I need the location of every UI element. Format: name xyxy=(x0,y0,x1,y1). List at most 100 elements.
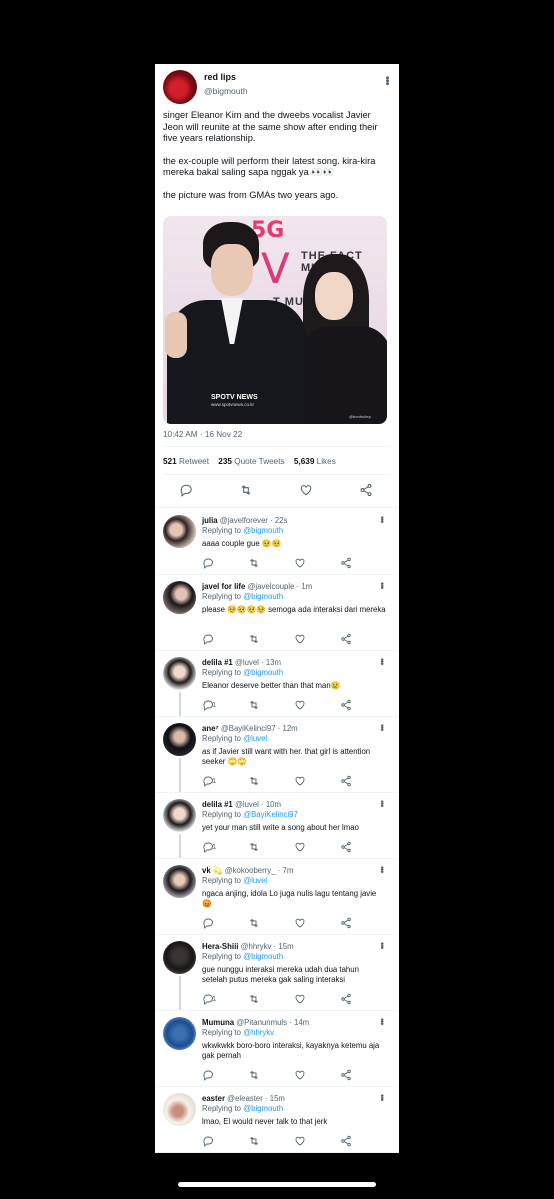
reply-icon[interactable] xyxy=(202,557,214,569)
like-icon[interactable] xyxy=(294,633,306,645)
reply-icon[interactable]: 1 xyxy=(202,775,216,787)
handle[interactable]: @luvel xyxy=(235,800,259,809)
avatar[interactable] xyxy=(163,581,196,614)
display-name[interactable]: javel for life xyxy=(202,582,245,591)
retweet-label[interactable]: Retweet xyxy=(179,457,209,466)
more-icon[interactable]: ••• xyxy=(377,658,387,664)
reply-tweet[interactable]: Hera-Shiii @hhrykv · 15m ••• Replying to… xyxy=(155,935,399,1011)
share-icon[interactable] xyxy=(340,557,352,569)
display-name[interactable]: vk 💫 xyxy=(202,866,223,875)
reply-tweet[interactable]: Mumuna @Pitanunmuls · 14m ••• Replying t… xyxy=(155,1011,399,1087)
replying-to-link[interactable]: @bigmouth xyxy=(243,952,283,961)
handle[interactable]: @eleaster xyxy=(227,1094,263,1103)
handle[interactable]: @Pitanunmuls xyxy=(236,1018,287,1027)
reply-tweet[interactable]: delila #1 @luvel · 10m ••• Replying to @… xyxy=(155,793,399,859)
display-name[interactable]: ane⁷ xyxy=(202,724,219,733)
like-icon[interactable] xyxy=(294,1135,306,1147)
retweet-count[interactable]: 521 xyxy=(163,457,177,466)
retweet-icon[interactable] xyxy=(248,699,260,711)
share-icon[interactable] xyxy=(340,841,352,853)
more-icon[interactable]: ••• xyxy=(377,582,387,588)
reply-icon[interactable] xyxy=(202,1135,214,1147)
reply-tweet[interactable]: vk 💫 @kokooberry_ · 7m ••• Replying to @… xyxy=(155,859,399,935)
reply-icon[interactable] xyxy=(179,483,193,497)
more-icon[interactable]: ••• xyxy=(377,866,387,872)
quote-count[interactable]: 235 xyxy=(218,457,232,466)
retweet-icon[interactable] xyxy=(248,633,260,645)
avatar[interactable] xyxy=(163,941,196,974)
more-icon[interactable]: ••• xyxy=(377,942,387,948)
retweet-icon[interactable] xyxy=(248,775,260,787)
like-icon[interactable] xyxy=(294,917,306,929)
replying-to-link[interactable]: @luvel xyxy=(243,876,267,885)
reply-tweet[interactable]: delila #1 @luvel · 13m ••• Replying to @… xyxy=(155,651,399,717)
reply-tweet[interactable]: ane⁷ @BayiKelinci97 · 12m ••• Replying t… xyxy=(155,717,399,793)
display-name[interactable]: Mumuna xyxy=(202,1018,234,1027)
share-icon[interactable] xyxy=(340,1069,352,1081)
avatar[interactable] xyxy=(163,70,197,104)
share-icon[interactable] xyxy=(340,1135,352,1147)
share-icon[interactable] xyxy=(359,483,373,497)
retweet-icon[interactable] xyxy=(248,1069,260,1081)
tweet-timestamp[interactable]: 10:42 AM · 16 Nov 22 xyxy=(163,430,242,439)
retweet-icon[interactable] xyxy=(248,917,260,929)
like-icon[interactable] xyxy=(294,557,306,569)
avatar[interactable] xyxy=(163,799,196,832)
more-icon[interactable]: ••• xyxy=(377,800,387,806)
replying-to-link[interactable]: @hhrykv xyxy=(243,1028,274,1037)
retweet-icon[interactable] xyxy=(239,483,253,497)
handle[interactable]: @kokooberry_ xyxy=(225,866,276,875)
retweet-icon[interactable] xyxy=(248,841,260,853)
more-icon[interactable]: ••• xyxy=(381,76,393,85)
like-icon[interactable] xyxy=(294,775,306,787)
reply-icon[interactable] xyxy=(202,633,214,645)
display-name[interactable]: red lips xyxy=(204,72,236,82)
more-icon[interactable]: ••• xyxy=(377,724,387,730)
quote-label[interactable]: Quote Tweets xyxy=(234,457,284,466)
like-label[interactable]: Likes xyxy=(317,457,336,466)
like-icon[interactable] xyxy=(294,1069,306,1081)
like-icon[interactable] xyxy=(294,841,306,853)
retweet-icon[interactable] xyxy=(248,1135,260,1147)
retweet-icon[interactable] xyxy=(248,557,260,569)
replying-to-link[interactable]: @bigmouth xyxy=(243,526,283,535)
avatar[interactable] xyxy=(163,865,196,898)
reply-icon[interactable] xyxy=(202,917,214,929)
handle[interactable]: @luvel xyxy=(235,658,259,667)
reply-icon[interactable]: 1 xyxy=(202,699,216,711)
share-icon[interactable] xyxy=(340,775,352,787)
avatar[interactable] xyxy=(163,515,196,548)
replying-to-link[interactable]: @luvel xyxy=(243,734,267,743)
reply-icon[interactable] xyxy=(202,1069,214,1081)
like-count[interactable]: 5,639 xyxy=(294,457,315,466)
share-icon[interactable] xyxy=(340,699,352,711)
replying-to-link[interactable]: @bigmouth xyxy=(243,1104,283,1113)
avatar[interactable] xyxy=(163,723,196,756)
reply-tweet[interactable]: easter @eleaster · 15m ••• Replying to @… xyxy=(155,1087,399,1153)
display-name[interactable]: easter xyxy=(202,1094,225,1103)
more-icon[interactable]: ••• xyxy=(377,1094,387,1100)
like-icon[interactable] xyxy=(294,993,306,1005)
handle[interactable]: @bigmouth xyxy=(204,86,248,96)
handle[interactable]: @javelforever xyxy=(220,516,268,525)
like-icon[interactable] xyxy=(294,699,306,711)
display-name[interactable]: Hera-Shiii xyxy=(202,942,238,951)
avatar[interactable] xyxy=(163,1093,196,1126)
avatar[interactable] xyxy=(163,657,196,690)
handle[interactable]: @BayiKelinci97 xyxy=(221,724,276,733)
replying-to-link[interactable]: @bigmouth xyxy=(243,592,283,601)
tweet-photo[interactable]: 5G V THE FACT MUS T MUSI SPOTV NEWS www.… xyxy=(163,216,387,424)
share-icon[interactable] xyxy=(340,917,352,929)
handle[interactable]: @hhrykv xyxy=(241,942,272,951)
share-icon[interactable] xyxy=(340,633,352,645)
like-icon[interactable] xyxy=(299,483,313,497)
reply-icon[interactable]: 1 xyxy=(202,993,216,1005)
handle[interactable]: @javelcouple xyxy=(248,582,295,591)
display-name[interactable]: delila #1 xyxy=(202,658,233,667)
share-icon[interactable] xyxy=(340,993,352,1005)
home-indicator[interactable] xyxy=(178,1182,376,1187)
more-icon[interactable]: ••• xyxy=(377,516,387,522)
retweet-icon[interactable] xyxy=(248,993,260,1005)
reply-tweet[interactable]: javel for life @javelcouple · 1m ••• Rep… xyxy=(155,575,399,651)
reply-icon[interactable]: 1 xyxy=(202,841,216,853)
